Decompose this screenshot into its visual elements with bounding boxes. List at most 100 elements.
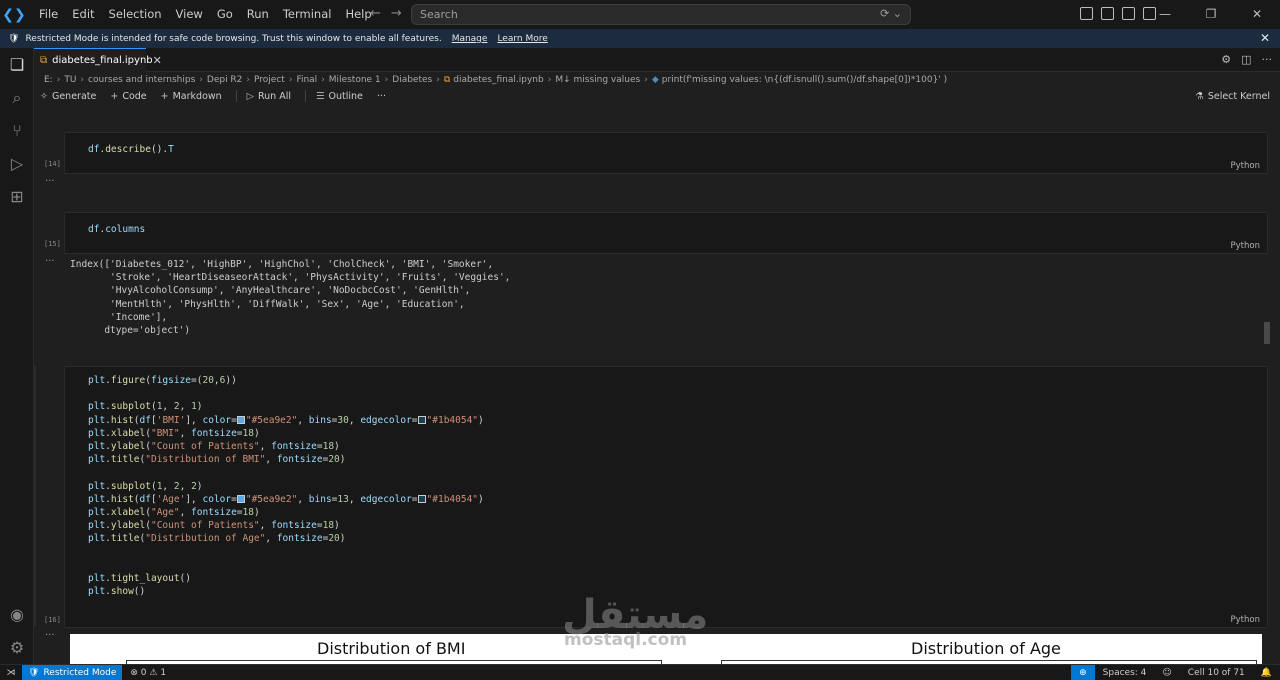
breadcrumb-item[interactable]: Project [254, 75, 285, 85]
menu-go[interactable]: Go [210, 0, 240, 29]
menu-view[interactable]: View [169, 0, 210, 29]
more-label: ··· [376, 90, 386, 102]
tab-diabetes-notebook[interactable]: ⧉ diabetes_final.ipynb ✕ [34, 48, 162, 72]
outline-button[interactable]: ☰ Outline [316, 91, 363, 102]
vscode-logo-icon: ❮❯ [2, 6, 26, 23]
cell-code[interactable]: plt.figure(figsize=(20,6)) plt.subplot(1… [88, 374, 484, 598]
cell-position-status[interactable]: Cell 10 of 71 [1180, 668, 1253, 678]
cell-focus-bar [34, 366, 36, 626]
indentation-status[interactable]: Spaces: 4 [1095, 668, 1155, 678]
outline-label: Outline [328, 90, 363, 102]
kernel-icon: ⚗ [1195, 90, 1204, 102]
more-toolbar-button[interactable]: ··· [377, 91, 386, 102]
account-icon[interactable]: ◉ [0, 598, 34, 631]
breadcrumb-item[interactable]: TU [64, 75, 76, 85]
watermark: مستقل mostaql.com [562, 592, 708, 650]
plot-title-age: Distribution of Age [911, 639, 1061, 658]
remote-indicator-icon[interactable]: ⋊ [0, 665, 22, 680]
breadcrumb-item[interactable]: Milestone 1 [329, 75, 381, 85]
breadcrumb-item[interactable]: print(f'missing values: \n{(df.isnull().… [662, 75, 947, 85]
run-all-icon: ▷ [246, 90, 254, 102]
copilot-icon[interactable]: ⟳ ⌄ [880, 7, 902, 20]
cell-code[interactable]: df.describe().T [88, 143, 174, 156]
menu-run[interactable]: Run [240, 0, 276, 29]
watermark-latin: mostaql.com [564, 630, 688, 650]
scrollbar-thumb[interactable] [1264, 322, 1270, 344]
select-kernel-button[interactable]: ⚗ Select Kernel [1195, 91, 1270, 102]
breadcrumb-item[interactable]: M↓ missing values [555, 75, 640, 85]
breadcrumb-item[interactable]: diabetes_final.ipynb [453, 75, 543, 85]
breadcrumb-item[interactable]: Final [296, 75, 317, 85]
status-bar: ⋊ 🛡 Restricted Mode ⊗ 0 ⚠ 1 ⊕ Spaces: 4 … [0, 664, 1280, 680]
settings-gear-icon[interactable]: ⚙ [1221, 53, 1231, 66]
explorer-icon[interactable]: ❏ [0, 48, 34, 81]
menu-bar: File Edit Selection View Go Run Terminal… [32, 0, 379, 29]
close-tab-icon[interactable]: ✕ [153, 54, 162, 67]
generate-button[interactable]: ✧ Generate [40, 91, 96, 102]
run-all-button[interactable]: ▷ Run All [247, 91, 291, 102]
copilot-status-icon[interactable]: ☺ [1154, 668, 1179, 678]
breadcrumb-item[interactable]: E: [44, 75, 53, 85]
more-actions-icon[interactable]: ··· [1262, 53, 1273, 66]
back-arrow-icon[interactable]: ← [370, 6, 381, 21]
add-code-button[interactable]: + Code [110, 91, 146, 102]
cell-language[interactable]: Python [1231, 241, 1260, 251]
cell-language[interactable]: Python [1231, 615, 1260, 625]
editor-tabs: ⧉ diabetes_final.ipynb ✕ ⚙ ◫ ··· [34, 48, 1280, 72]
minimize-icon[interactable]: — [1142, 0, 1188, 29]
code-label: Code [122, 90, 147, 102]
manage-gear-icon[interactable]: ⚙ [0, 631, 34, 664]
title-bar: ❮❯ File Edit Selection View Go Run Termi… [0, 0, 1280, 29]
breadcrumb-item[interactable]: Diabetes [392, 75, 432, 85]
toggle-primary-sidebar-icon[interactable] [1101, 7, 1114, 20]
cell-language[interactable]: Python [1231, 161, 1260, 171]
breadcrumb-item[interactable]: Depi R2 [207, 75, 243, 85]
cell-code[interactable]: df.columns [88, 223, 145, 236]
notifications-bell-icon[interactable]: 🔔 [1253, 668, 1280, 678]
run-all-label: Run All [257, 90, 291, 102]
plus-icon: + [110, 90, 119, 102]
close-window-icon[interactable]: ✕ [1234, 0, 1280, 29]
extensions-icon[interactable]: ⊞ [0, 180, 34, 213]
notebook-toolbar: ✧ Generate + Code + Markdown ▷ Run All ☰ Outl… [34, 87, 1280, 105]
plot-title-bmi: Distribution of BMI [317, 639, 466, 658]
output-menu-icon[interactable]: ··· [45, 630, 55, 641]
code-cell-16[interactable]: plt.figure(figsize=(20,6)) plt.subplot(1… [64, 366, 1268, 628]
restricted-mode-banner: 🛡 Restricted Mode is intended for safe c… [0, 29, 1280, 48]
output-line: 'HvyAlcoholConsump', 'AnyHealthcare', 'N… [70, 285, 471, 297]
menu-terminal[interactable]: Terminal [276, 0, 339, 29]
search-icon[interactable]: ⌕ [0, 81, 34, 114]
breadcrumb-item[interactable]: courses and internships [88, 75, 195, 85]
menu-selection[interactable]: Selection [102, 0, 169, 29]
menu-file[interactable]: File [32, 0, 65, 29]
output-line: Index(['Diabetes_012', 'HighBP', 'HighCh… [70, 259, 494, 270]
output-line: 'Income'], [70, 311, 168, 323]
restricted-label: Restricted Mode [43, 667, 117, 678]
window-controls: — ❐ ✕ [1142, 0, 1280, 29]
add-markdown-button[interactable]: + Markdown [161, 91, 222, 102]
customize-layout-icon[interactable] [1080, 7, 1093, 20]
restricted-mode-status[interactable]: 🛡 Restricted Mode [22, 664, 123, 680]
restore-icon[interactable]: ❐ [1188, 0, 1234, 29]
run-debug-icon[interactable]: ▷ [0, 147, 34, 180]
code-cell-15[interactable]: df.columns Python [64, 212, 1268, 254]
output-menu-icon[interactable]: ··· [45, 256, 55, 267]
toggle-panel-icon[interactable] [1122, 7, 1135, 20]
zoom-icon[interactable]: ⊕ [1071, 664, 1095, 680]
error-icon: ⊗ [130, 667, 138, 678]
code-cell-14[interactable]: df.describe().T Python [64, 132, 1268, 174]
learn-more-link[interactable]: Learn More [497, 34, 547, 44]
close-banner-icon[interactable]: ✕ [1260, 31, 1270, 45]
command-center-search[interactable]: Search ⟳ ⌄ [411, 4, 911, 25]
source-control-icon[interactable]: ⑂ [0, 114, 34, 147]
split-editor-icon[interactable]: ◫ [1241, 53, 1251, 66]
execution-count: [16] [44, 616, 61, 624]
menu-edit[interactable]: Edit [65, 0, 101, 29]
plus-icon: + [160, 90, 169, 102]
forward-arrow-icon[interactable]: → [391, 6, 402, 21]
output-collapsed-icon[interactable]: ··· [45, 176, 55, 187]
problems-status[interactable]: ⊗ 0 ⚠ 1 [130, 668, 166, 678]
manage-link[interactable]: Manage [452, 34, 488, 44]
editor-actions: ⚙ ◫ ··· [1221, 53, 1272, 66]
cell-output: Index(['Diabetes_012', 'HighBP', 'HighCh… [70, 258, 510, 337]
